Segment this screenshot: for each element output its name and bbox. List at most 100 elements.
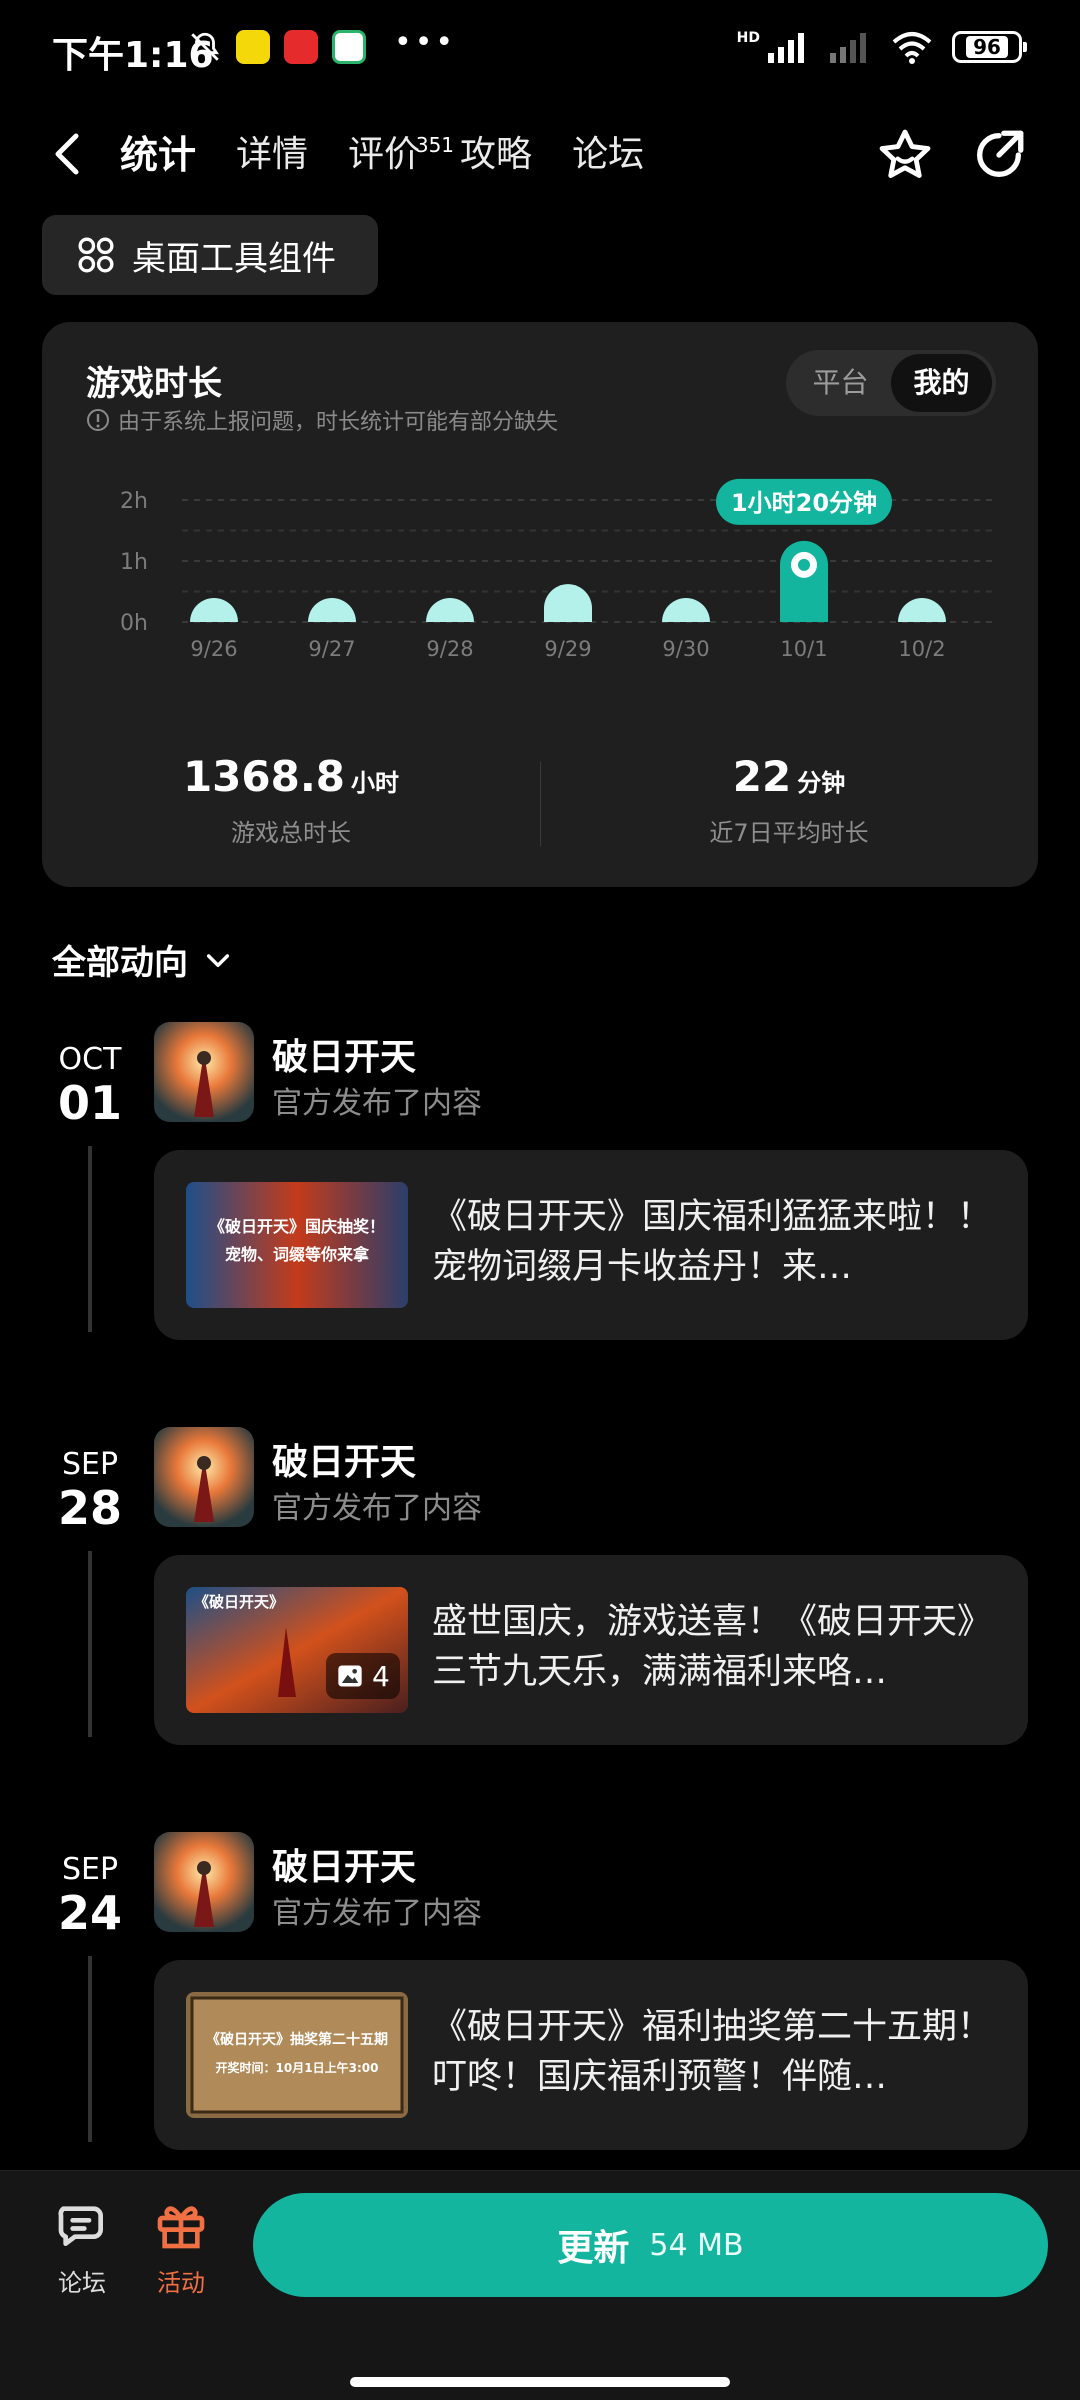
network-label: HD	[736, 30, 760, 46]
svg-text:宠物、词缀等你来拿: 宠物、词缀等你来拿	[225, 1245, 370, 1264]
widget-button-label: 桌面工具组件	[132, 238, 336, 279]
chart-bar	[544, 584, 592, 622]
feed-filter-dropdown[interactable]: 全部动向	[52, 935, 234, 984]
bottom-action-bar: 论坛 活动 更新 54 MB	[0, 2170, 1080, 2400]
x-tick-label: 10/1	[780, 637, 827, 661]
svg-text:《破日开天》: 《破日开天》	[194, 1593, 284, 1611]
game-icon[interactable]	[154, 1022, 254, 1122]
feed-month: SEP	[61, 1852, 119, 1887]
data-source-toggle: 平台 我的	[786, 350, 996, 416]
total-playtime: 1368.8 小时 游戏总时长	[42, 752, 540, 848]
average-playtime-value: 22	[732, 752, 792, 801]
top-navigation: 统计 详情 评价 351 攻略 论坛	[0, 110, 1080, 200]
status-bar: 下午1:16 ••• HD 96	[0, 0, 1080, 100]
x-tick-label: 9/26	[190, 637, 237, 661]
more-notifications-icon: •••	[394, 24, 457, 60]
app-notification-icon	[284, 30, 318, 64]
share-icon[interactable]	[970, 126, 1028, 184]
tab-forum[interactable]: 论坛	[572, 130, 644, 180]
svg-text:开奖时间：10月1日上午3:00: 开奖时间：10月1日上午3:00	[216, 2060, 379, 2075]
svg-text:《破日开天》国庆抽奖！: 《破日开天》国庆抽奖！	[209, 1217, 385, 1236]
home-indicator[interactable]	[350, 2377, 730, 2387]
chart-bar	[308, 598, 356, 622]
game-name: 破日开天	[272, 1847, 417, 1888]
chart-bar	[662, 598, 710, 622]
feed-item: SEP 28 破日开天 官方发布了内容 《破日开天》 4 盛世国庆，游戏送喜！《…	[0, 1427, 1080, 1757]
y-tick-label: 1h	[120, 550, 148, 575]
toggle-platform[interactable]: 平台	[790, 354, 891, 412]
post-thumbnail: 《破日开天》 4	[186, 1587, 408, 1713]
x-tick-label: 9/29	[544, 637, 591, 661]
forum-button[interactable]: 论坛	[32, 2197, 132, 2298]
total-playtime-value: 1368.8	[182, 752, 346, 801]
widget-grid-icon	[78, 237, 114, 273]
highlight-point-inner	[798, 558, 810, 571]
image-count-badge: 4	[326, 1653, 400, 1699]
gift-icon	[157, 2206, 205, 2249]
average-playtime-unit: 分钟	[797, 769, 846, 797]
y-tick-label: 0h	[120, 611, 148, 636]
feed-action: 官方发布了内容	[272, 1491, 482, 1526]
toggle-mine[interactable]: 我的	[891, 354, 992, 412]
event-button[interactable]: 活动	[131, 2197, 231, 2298]
playtime-chart: 0h 1h 2h 9/26 9/27 9/28 9/29 9/30 10/1 1小时20分钟 10/…	[120, 478, 992, 661]
post-card[interactable]: 《破日开天》抽奖第二十五期 开奖时间：10月1日上午3:00 《破日开天》福利抽奖…	[154, 1960, 1028, 2150]
tab-guides[interactable]: 攻略	[460, 130, 532, 180]
post-card[interactable]: 《破日开天》国庆抽奖！ 宠物、词缀等你来拿 《破日开天》国庆福利猛猛来啦！！宠物词…	[154, 1150, 1028, 1340]
game-name: 破日开天	[272, 1442, 417, 1483]
feed-month: SEP	[61, 1447, 119, 1482]
tab-reviews[interactable]: 评价 351	[348, 130, 454, 180]
y-tick-label: 2h	[120, 489, 148, 514]
info-icon	[87, 409, 109, 431]
game-icon[interactable]	[154, 1832, 254, 1932]
total-playtime-label: 游戏总时长	[231, 819, 351, 847]
update-size: 54 MB	[649, 2227, 744, 2263]
feed-day: 01	[58, 1076, 123, 1130]
nav-actions	[876, 126, 1028, 184]
post-text: 《破日开天》国庆福利猛猛来啦！！宠物词缀月卡收益丹！来…	[432, 1197, 992, 1287]
tab-stats[interactable]: 统计	[113, 130, 203, 180]
game-icon[interactable]	[154, 1427, 254, 1527]
review-count-badge: 351	[415, 133, 455, 157]
game-name: 破日开天	[272, 1037, 417, 1078]
total-playtime-unit: 小时	[351, 769, 400, 797]
x-tick-label: 10/2	[898, 637, 945, 661]
post-thumbnail: 《破日开天》国庆抽奖！ 宠物、词缀等你来拿	[186, 1182, 408, 1308]
post-card[interactable]: 《破日开天》 4 盛世国庆，游戏送喜！《破日开天》三节九天乐，满满福利来咯…	[154, 1555, 1028, 1745]
forum-chat-icon	[58, 2206, 103, 2246]
average-playtime-label: 近7日平均时长	[709, 819, 869, 847]
feed-action: 官方发布了内容	[272, 1896, 482, 1931]
signal-icon	[768, 33, 804, 63]
feed-filter-label: 全部动向	[52, 943, 188, 983]
post-thumbnail: 《破日开天》抽奖第二十五期 开奖时间：10月1日上午3:00	[186, 1992, 408, 2118]
tab-bar: 统计 详情 评价 351 攻略 论坛	[113, 130, 644, 180]
timeline-line	[88, 1956, 92, 2142]
image-icon	[338, 1665, 362, 1687]
chart-bar	[898, 598, 946, 622]
feed-day: 28	[58, 1481, 123, 1535]
update-button[interactable]: 更新 54 MB	[253, 2193, 1048, 2297]
desktop-widget-button[interactable]: 桌面工具组件	[42, 215, 378, 295]
status-notification-icons: •••	[188, 25, 456, 64]
playtime-note: 由于系统上报问题，时长统计可能有部分缺失	[86, 404, 558, 436]
app-notification-icon	[236, 30, 270, 64]
feed-item: OCT 01 破日开天 官方发布了内容 《破日开天》国庆抽奖！ 宠物、词缀等你来拿…	[0, 1022, 1080, 1352]
x-tick-label: 9/28	[426, 637, 473, 661]
signal-weak-icon	[830, 33, 866, 63]
tooltip-label: 1小时20分钟	[731, 489, 877, 517]
post-text: 《破日开天》福利抽奖第二十五期！ 叮咚！国庆福利预警！伴随…	[432, 2007, 992, 2097]
back-arrow-icon[interactable]	[48, 126, 88, 182]
update-label: 更新	[557, 2228, 630, 2269]
wifi-icon	[892, 32, 932, 64]
app-notification-icon	[332, 30, 366, 64]
favorite-star-icon[interactable]	[876, 126, 934, 184]
feed-item: SEP 24 破日开天 官方发布了内容 《破日开天》抽奖第二十五期 开奖时间：10…	[0, 1832, 1080, 2162]
timeline-line	[88, 1551, 92, 1737]
playtime-title: 游戏时长	[86, 364, 222, 404]
battery-icon: 96	[952, 31, 1027, 63]
chevron-down-icon	[206, 953, 230, 967]
status-system-icons: HD 96	[736, 30, 1027, 64]
chart-bar	[426, 598, 474, 622]
feed-action: 官方发布了内容	[272, 1086, 482, 1121]
tab-details[interactable]: 详情	[236, 130, 308, 180]
